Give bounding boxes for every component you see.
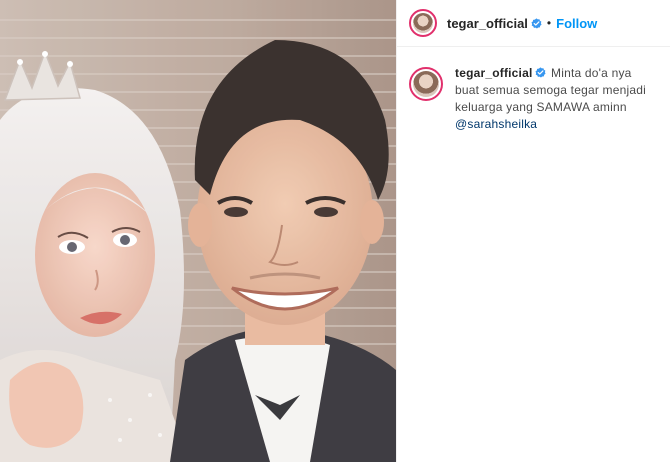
- comment-body: tegar_official Minta do'a nya buat semua…: [455, 65, 659, 133]
- header-username[interactable]: tegar_official: [447, 16, 528, 31]
- follow-button[interactable]: Follow: [556, 16, 597, 31]
- comment-avatar[interactable]: [409, 67, 443, 101]
- couple-selfie-image: [0, 0, 396, 462]
- verified-badge-icon: [534, 67, 546, 78]
- avatar[interactable]: [409, 9, 437, 37]
- instagram-post: tegar_official • Follow tegar_official M…: [0, 0, 670, 462]
- header-separator: •: [546, 16, 552, 30]
- verified-badge-icon: [531, 17, 542, 29]
- caption-comment: tegar_official Minta do'a nya buat semua…: [409, 65, 659, 133]
- comment-username[interactable]: tegar_official: [455, 66, 533, 80]
- post-header: tegar_official • Follow: [397, 0, 670, 47]
- post-sidebar: tegar_official • Follow tegar_official M…: [396, 0, 670, 462]
- mention-link[interactable]: @sarahsheilka: [455, 117, 537, 131]
- post-photo[interactable]: [0, 0, 396, 462]
